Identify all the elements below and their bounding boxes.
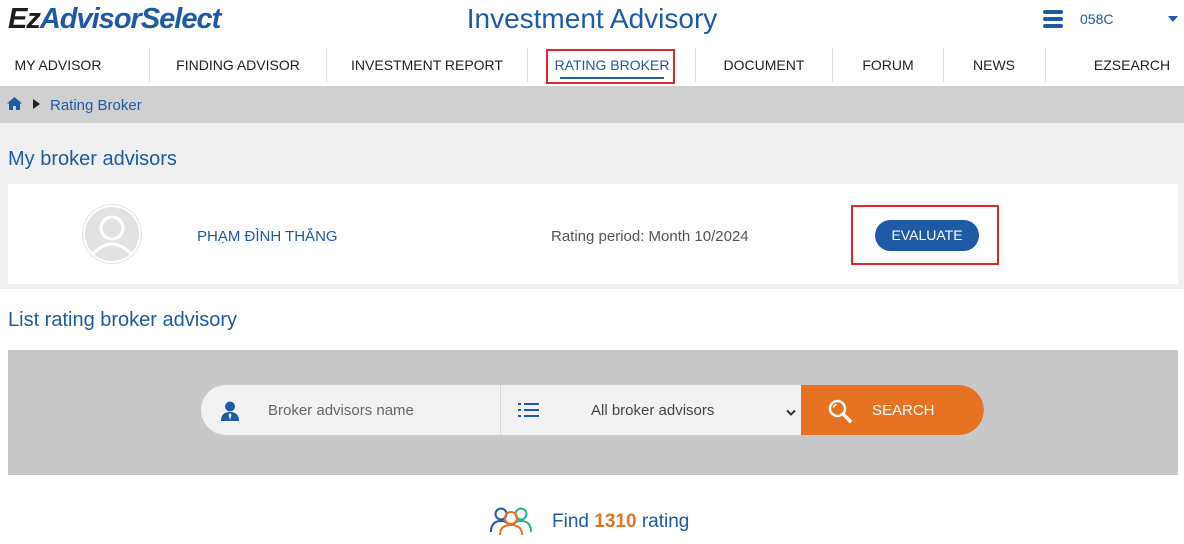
main-nav: MY ADVISOR FINDING ADVISOR INVESTMENT RE… [0, 44, 1184, 86]
breadcrumb-arrow-icon [33, 99, 40, 109]
person-icon [221, 401, 239, 426]
result-prefix: Find [552, 511, 589, 532]
header: EzAdvisorSelect Investment Advisory 058C [0, 0, 1184, 42]
nav-divider [943, 48, 944, 82]
group-users-icon [489, 505, 533, 540]
search-bar-divider [500, 385, 501, 435]
list-rating-title: List rating broker advisory [8, 309, 237, 331]
user-account-code[interactable]: 058C [1080, 11, 1113, 27]
nav-item-my-advisor[interactable]: MY ADVISOR [8, 44, 108, 86]
chevron-down-icon[interactable] [786, 404, 796, 422]
logo-advisorselect: AdvisorSelect [39, 3, 221, 35]
nav-item-finding-advisor[interactable]: FINDING ADVISOR [163, 44, 313, 86]
app-logo[interactable]: EzAdvisorSelect [8, 3, 221, 36]
chevron-down-icon[interactable] [1168, 16, 1178, 22]
my-broker-advisors-title: My broker advisors [8, 148, 177, 170]
breadcrumb: Rating Broker [0, 86, 1184, 123]
nav-divider [527, 48, 528, 82]
rating-period: Rating period: Month 10/2024 [551, 228, 749, 245]
nav-item-forum[interactable]: FORUM [848, 44, 928, 86]
breadcrumb-current: Rating Broker [50, 97, 142, 114]
result-number: 1310 [594, 511, 637, 532]
advisor-filter-select[interactable]: All broker advisors [591, 402, 714, 419]
search-icon [828, 399, 852, 428]
nav-item-investment-report[interactable]: INVESTMENT REPORT [342, 44, 512, 86]
nav-divider [149, 48, 150, 82]
nav-divider [1045, 48, 1046, 82]
search-button-label: SEARCH [872, 402, 935, 419]
nav-active-underline [560, 77, 664, 79]
logo-ez: Ez [8, 3, 41, 35]
search-button[interactable]: SEARCH [801, 385, 984, 435]
nav-divider [832, 48, 833, 82]
nav-divider [695, 48, 696, 82]
advisor-name[interactable]: PHẠM ĐÌNH THẮNG [197, 228, 338, 245]
nav-item-rating-broker[interactable]: RATING BROKER [550, 44, 674, 86]
nav-divider [326, 48, 327, 82]
nav-item-news[interactable]: NEWS [958, 44, 1030, 86]
advisor-card: PHẠM ĐÌNH THẮNG Rating period: Month 10/… [8, 184, 1178, 284]
nav-item-ezsearch[interactable]: EZSEARCH [1086, 44, 1178, 86]
avatar [82, 204, 142, 264]
search-bar: All broker advisors SEARCH [201, 385, 984, 435]
hamburger-menu-icon[interactable] [1043, 10, 1063, 28]
broker-name-input[interactable] [259, 385, 499, 435]
evaluate-button[interactable]: EVALUATE [875, 220, 979, 251]
result-count-text: Find 1310 rating [552, 511, 689, 533]
nav-item-document[interactable]: DOCUMENT [709, 44, 819, 86]
home-icon[interactable] [7, 97, 22, 115]
list-icon [518, 403, 539, 423]
result-suffix: rating [641, 511, 690, 532]
